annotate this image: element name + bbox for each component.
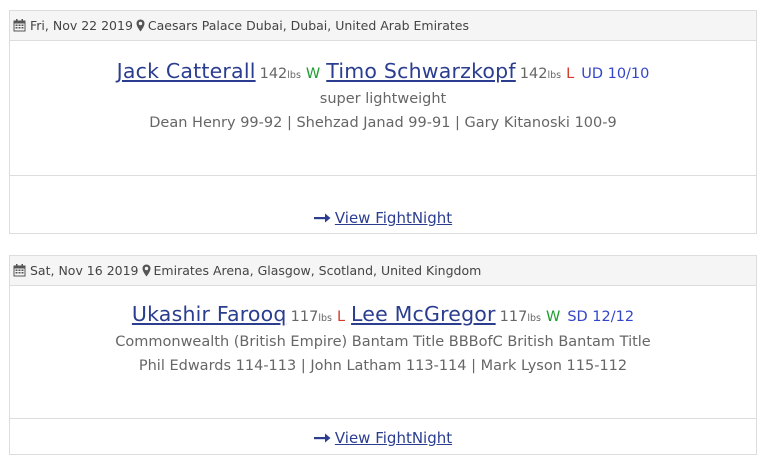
bout-location: Emirates Arena, Glasgow, Scotland, Unite… <box>153 263 482 278</box>
long-arrow-right-icon <box>313 213 331 223</box>
opponent-link[interactable]: Timo Schwarzkopf <box>326 59 516 83</box>
weight-unit: lbs <box>318 313 332 324</box>
view-fightnight-label: View FightNight <box>334 429 453 447</box>
calendar-icon <box>13 19 26 32</box>
bout-title: Commonwealth (British Empire) Bantam Tit… <box>115 334 651 350</box>
fighter-weight: 142 <box>259 66 288 82</box>
view-fightnight-link[interactable]: View FightNight <box>313 429 453 447</box>
view-fightnight-link[interactable]: View FightNight <box>313 209 453 227</box>
opponent-link[interactable]: Lee McGregor <box>351 302 496 326</box>
result-loss: L <box>566 66 575 82</box>
bout-location: Caesars Palace Dubai, Dubai, United Arab… <box>147 18 469 33</box>
bout-header: Sat, Nov 16 2019 Emirates Arena, Glasgow… <box>10 256 756 286</box>
result-win: W <box>305 66 321 82</box>
fight-line: Jack Catterall 142lbs W Timo Schwarzkopf 142… <box>10 59 756 83</box>
weight-unit: lbs <box>527 313 541 324</box>
bout-footer: View FightNight <box>10 418 756 454</box>
decision: UD 10/10 <box>581 66 650 82</box>
fighter-link[interactable]: Ukashir Farooq <box>132 302 287 326</box>
map-marker-icon <box>142 264 151 277</box>
weight-unit: lbs <box>287 70 301 81</box>
fight-line: Ukashir Farooq 117lbs L Lee McGregor 117lbs W… <box>10 302 756 326</box>
fighter-link[interactable]: Jack Catterall <box>117 59 256 83</box>
weight-unit: lbs <box>547 70 562 81</box>
judges-scores: Dean Henry 99-92 | Shehzad Janad 99-91 |… <box>149 115 617 131</box>
long-arrow-right-icon <box>313 433 331 443</box>
bout-card: Fri, Nov 22 2019 Caesars Palace Dubai, D… <box>9 10 757 234</box>
bout-body: Ukashir Farooq 117lbs L Lee McGregor 117lbs W… <box>10 286 756 418</box>
fighter-weight: 117 <box>290 309 319 325</box>
opponent-weight: 142 <box>519 66 548 82</box>
bout-card: Sat, Nov 16 2019 Emirates Arena, Glasgow… <box>9 255 757 455</box>
calendar-icon <box>13 264 26 277</box>
bout-date: Fri, Nov 22 2019 <box>30 18 133 33</box>
view-fightnight-label: View FightNight <box>334 209 453 227</box>
bout-date: Sat, Nov 16 2019 <box>30 263 139 278</box>
bout-body: Jack Catterall 142lbs W Timo Schwarzkopf 142… <box>10 41 756 175</box>
bout-footer: View FightNight <box>10 175 756 233</box>
bout-title: super lightweight <box>319 91 447 107</box>
result-win: W <box>545 309 561 325</box>
result-loss: L <box>336 309 346 325</box>
decision: SD 12/12 <box>567 309 635 325</box>
map-marker-icon <box>136 19 145 32</box>
opponent-weight: 117 <box>499 309 528 325</box>
judges-scores: Phil Edwards 114-113 | John Latham 113-1… <box>138 358 628 374</box>
bout-header: Fri, Nov 22 2019 Caesars Palace Dubai, D… <box>10 11 756 41</box>
